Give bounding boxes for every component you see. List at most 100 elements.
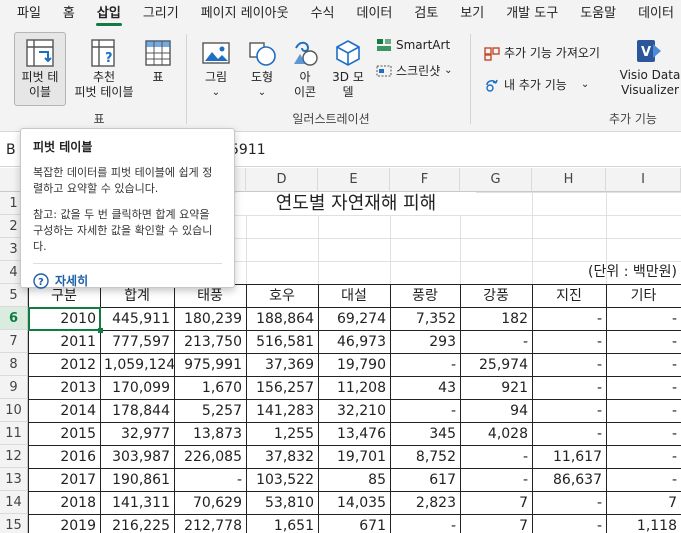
- table-cell[interactable]: 182: [460, 308, 532, 330]
- table-header-cell[interactable]: 호우: [246, 285, 318, 307]
- table-header-cell[interactable]: 대설: [318, 285, 390, 307]
- table-cell[interactable]: -: [174, 469, 246, 491]
- formula-value[interactable]: 5911: [230, 139, 266, 161]
- row-header[interactable]: 7: [0, 330, 28, 353]
- pivot-table-button[interactable]: 피벗 테 이블: [14, 38, 66, 100]
- table-cell[interactable]: 921: [460, 377, 532, 399]
- table-cell[interactable]: 7: [460, 492, 532, 514]
- table-cell[interactable]: -: [606, 469, 681, 491]
- table-cell[interactable]: 293: [390, 331, 460, 353]
- table-cell[interactable]: 1,118: [606, 515, 681, 533]
- table-cell[interactable]: -: [390, 515, 460, 533]
- table-cell[interactable]: 1,670: [174, 377, 246, 399]
- table-cell[interactable]: 188,864: [246, 308, 318, 330]
- smartart-button[interactable]: SmartArt: [376, 38, 450, 52]
- table-cell[interactable]: 14,035: [318, 492, 390, 514]
- table-cell[interactable]: 445,911: [100, 308, 174, 330]
- table-cell[interactable]: 213,750: [174, 331, 246, 353]
- row-header[interactable]: 8: [0, 353, 28, 376]
- table-cell[interactable]: 70,629: [174, 492, 246, 514]
- table-cell[interactable]: 37,832: [246, 446, 318, 468]
- table-cell[interactable]: 13,476: [318, 423, 390, 445]
- table-cell[interactable]: 7: [606, 492, 681, 514]
- table-cell[interactable]: 303,987: [100, 446, 174, 468]
- table-cell[interactable]: 85: [318, 469, 390, 491]
- visio-data-visualizer-button[interactable]: V Visio Data Visualizer: [618, 36, 681, 98]
- table-header-cell[interactable]: 강풍: [460, 285, 532, 307]
- table-cell[interactable]: -: [532, 377, 606, 399]
- table-cell[interactable]: 2019: [28, 515, 100, 533]
- my-addins-button[interactable]: 내 추가 기능 ⌄: [484, 76, 589, 93]
- table-cell[interactable]: 7: [460, 515, 532, 533]
- row-header[interactable]: 11: [0, 422, 28, 445]
- menu-tab[interactable]: 데이터: [345, 0, 403, 28]
- table-button[interactable]: 표: [140, 38, 176, 85]
- menu-tab[interactable]: 수식: [300, 0, 346, 28]
- column-header[interactable]: F: [390, 168, 460, 192]
- table-cell[interactable]: 2016: [28, 446, 100, 468]
- table-cell[interactable]: 2,823: [390, 492, 460, 514]
- table-cell[interactable]: 1,255: [246, 423, 318, 445]
- table-cell[interactable]: -: [606, 377, 681, 399]
- table-cell[interactable]: 69,274: [318, 308, 390, 330]
- menu-tab[interactable]: 데이터: [627, 0, 681, 28]
- table-cell[interactable]: 32,210: [318, 400, 390, 422]
- row-header[interactable]: 10: [0, 399, 28, 422]
- table-cell[interactable]: 7,352: [390, 308, 460, 330]
- table-cell[interactable]: 975,991: [174, 354, 246, 376]
- table-cell[interactable]: -: [532, 492, 606, 514]
- table-cell[interactable]: -: [606, 400, 681, 422]
- row-header[interactable]: 15: [0, 514, 28, 533]
- table-cell[interactable]: 19,701: [318, 446, 390, 468]
- row-header[interactable]: 13: [0, 468, 28, 491]
- table-cell[interactable]: 216,225: [100, 515, 174, 533]
- shapes-button[interactable]: 도형 ⌄: [240, 38, 284, 100]
- column-header[interactable]: I: [606, 168, 681, 192]
- table-cell[interactable]: 2015: [28, 423, 100, 445]
- sheet-title[interactable]: 연도별 자연재해 피해: [236, 192, 476, 215]
- table-cell[interactable]: 32,977: [100, 423, 174, 445]
- table-cell[interactable]: 156,257: [246, 377, 318, 399]
- table-cell[interactable]: -: [390, 354, 460, 376]
- row-header[interactable]: 9: [0, 376, 28, 399]
- table-cell[interactable]: 46,973: [318, 331, 390, 353]
- table-cell[interactable]: 226,085: [174, 446, 246, 468]
- menu-tab[interactable]: 도움말: [569, 0, 627, 28]
- menu-tab[interactable]: 그리기: [132, 0, 190, 28]
- table-cell[interactable]: 671: [318, 515, 390, 533]
- table-cell[interactable]: 1,059,124: [100, 354, 174, 376]
- table-cell[interactable]: -: [606, 423, 681, 445]
- table-cell[interactable]: 103,522: [246, 469, 318, 491]
- table-cell[interactable]: 516,581: [246, 331, 318, 353]
- table-cell[interactable]: 617: [390, 469, 460, 491]
- table-cell[interactable]: 43: [390, 377, 460, 399]
- table-cell[interactable]: 141,283: [246, 400, 318, 422]
- table-header-cell[interactable]: 지진: [532, 285, 606, 307]
- table-cell[interactable]: -: [532, 423, 606, 445]
- table-cell[interactable]: 180,239: [174, 308, 246, 330]
- table-cell[interactable]: 212,778: [174, 515, 246, 533]
- table-cell[interactable]: 2018: [28, 492, 100, 514]
- table-cell[interactable]: -: [606, 446, 681, 468]
- menu-tab[interactable]: 보기: [449, 0, 495, 28]
- table-cell[interactable]: 178,844: [100, 400, 174, 422]
- menu-tab[interactable]: 페이지 레이아웃: [190, 0, 300, 28]
- row-header[interactable]: 12: [0, 445, 28, 468]
- table-cell[interactable]: 11,208: [318, 377, 390, 399]
- column-header[interactable]: H: [532, 168, 606, 192]
- table-cell[interactable]: 86,637: [532, 469, 606, 491]
- menu-tab[interactable]: 검토: [403, 0, 449, 28]
- table-cell[interactable]: 190,861: [100, 469, 174, 491]
- table-cell[interactable]: 37,369: [246, 354, 318, 376]
- menu-tab[interactable]: 홈: [52, 0, 86, 28]
- table-cell[interactable]: 2011: [28, 331, 100, 353]
- tell-me-more-link[interactable]: ? 자세히: [33, 272, 222, 289]
- table-cell[interactable]: 8,752: [390, 446, 460, 468]
- table-cell[interactable]: -: [606, 308, 681, 330]
- table-cell[interactable]: -: [390, 400, 460, 422]
- fill-handle[interactable]: [98, 328, 103, 333]
- table-cell[interactable]: 5,257: [174, 400, 246, 422]
- table-cell[interactable]: 2013: [28, 377, 100, 399]
- column-header[interactable]: G: [460, 168, 532, 192]
- table-cell[interactable]: -: [460, 331, 532, 353]
